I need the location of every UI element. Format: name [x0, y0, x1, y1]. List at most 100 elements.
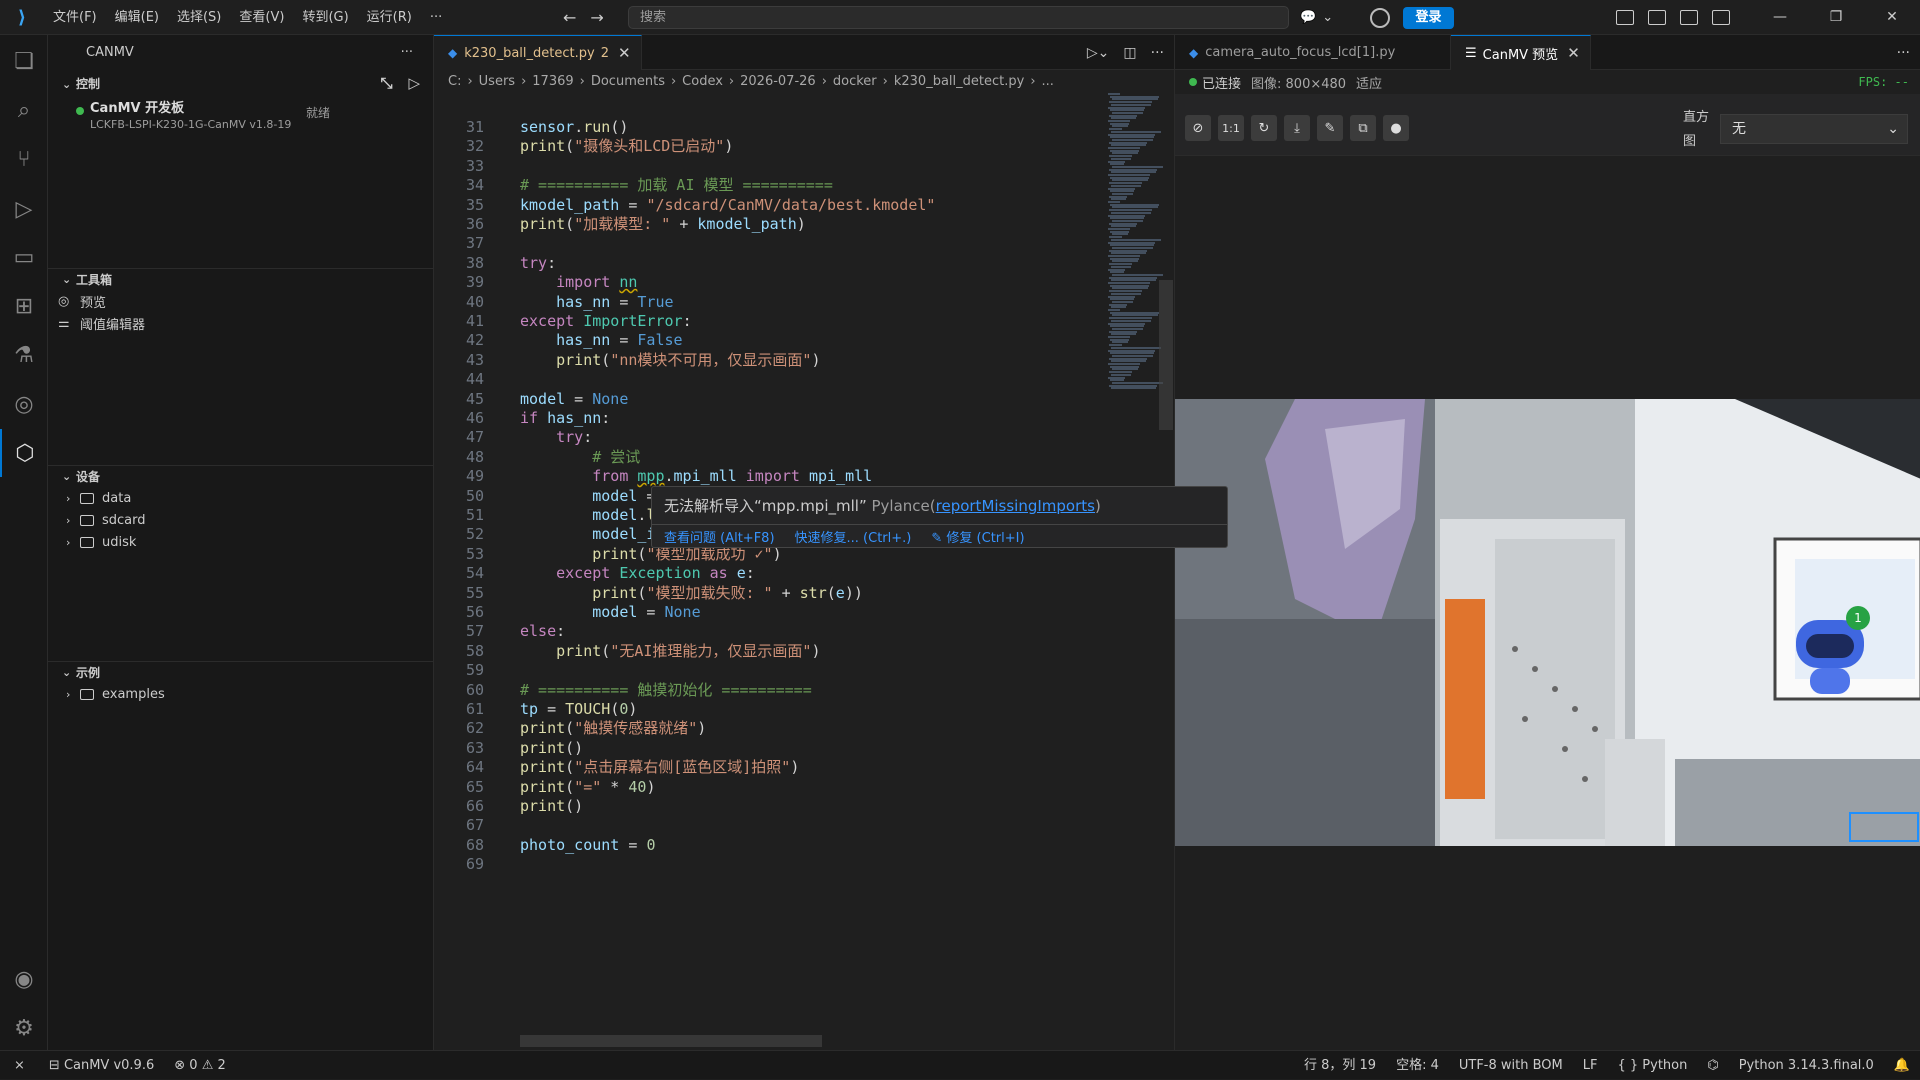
source-control-icon[interactable]: ⑂ [0, 135, 48, 183]
customize-layout-icon[interactable] [1648, 10, 1666, 25]
split-editor-icon[interactable]: ◫ [1123, 45, 1136, 61]
close-icon[interactable]: ✕ [1567, 44, 1580, 62]
quick-fix-link[interactable]: 快速修复... (Ctrl+.) [795, 527, 912, 546]
zoom-1to1-button[interactable]: 1:1 [1218, 115, 1244, 141]
menu-more[interactable]: ··· [421, 0, 451, 35]
breadcrumb-item[interactable]: ... [1042, 74, 1054, 89]
python-interpreter[interactable]: Python 3.14.3.final.0 [1729, 1051, 1884, 1080]
language-mode[interactable]: { } Python [1607, 1051, 1697, 1080]
tab-k230-ball-detect[interactable]: ◆ k230_ball_detect.py 2 ✕ [434, 35, 642, 70]
folder-label: sdcard [102, 512, 146, 528]
breadcrumb-item[interactable]: Codex [682, 74, 723, 89]
copilot-status-icon[interactable]: ⌬ [1697, 1051, 1728, 1080]
cursor-position[interactable]: 行 8，列 19 [1294, 1051, 1386, 1080]
breadcrumb-item[interactable]: Documents [591, 74, 665, 89]
remote-explorer-icon[interactable]: ▭ [0, 233, 48, 281]
examples-folder[interactable]: › examples [48, 683, 434, 705]
chevron-down-icon[interactable]: ⌄ [62, 470, 76, 483]
record-icon[interactable]: ● [1383, 115, 1409, 141]
chevron-down-icon[interactable]: ⌄ [62, 273, 76, 286]
explorer-icon[interactable]: ❏ [0, 37, 48, 85]
breadcrumb-item[interactable]: docker [833, 74, 877, 89]
horizontal-scrollbar[interactable] [520, 1035, 822, 1047]
disable-preview-icon[interactable]: ⊘ [1185, 115, 1211, 141]
report-missing-imports-link[interactable]: reportMissingImports [936, 497, 1095, 515]
devices-section-header[interactable]: 设备 [76, 468, 100, 485]
menu-edit[interactable]: 编辑(E) [106, 0, 168, 35]
code-editor[interactable]: 31 sensor.run() 32 print("摄像头和LCD已启动") 33 34 #… [434, 117, 1174, 1052]
edit-icon[interactable]: ✎ [1317, 115, 1343, 141]
breadcrumb-item[interactable]: 17369 [532, 74, 573, 89]
remote-indicator-icon[interactable]: ⨯ [0, 1051, 39, 1080]
login-button[interactable]: 登录 [1403, 7, 1454, 29]
account-icon[interactable]: ◉ [0, 955, 48, 1003]
toolbox-section-header[interactable]: 工具箱 [76, 271, 112, 288]
canmv-version[interactable]: ⊟ CanMV v0.9.6 [39, 1051, 164, 1080]
more-actions-icon[interactable]: ··· [401, 45, 413, 60]
download-icon[interactable]: ⤓ [1284, 115, 1310, 141]
vertical-scrollbar[interactable] [1159, 280, 1173, 430]
tab-camera-auto-focus[interactable]: ◆ camera_auto_focus_lcd[1].py [1175, 35, 1451, 70]
disconnect-icon[interactable]: ⤡ [380, 74, 392, 92]
device-folder-data[interactable]: › data [48, 487, 434, 509]
run-debug-icon[interactable]: ▷ [0, 185, 48, 233]
folder-icon [80, 514, 94, 526]
python-icon[interactable]: ◎ [0, 380, 48, 428]
back-arrow-icon[interactable]: ← [563, 8, 576, 27]
menu-file[interactable]: 文件(F) [44, 0, 106, 35]
toggle-panel-icon[interactable] [1680, 10, 1698, 25]
toolbox-item-preview[interactable]: ◎ 预览 [48, 290, 434, 312]
encoding[interactable]: UTF-8 with BOM [1449, 1051, 1573, 1080]
tab-canmv-preview[interactable]: ☰ CanMV 预览 ✕ [1451, 35, 1591, 70]
board-name[interactable]: CanMV 开发板 [90, 97, 184, 116]
breadcrumb-item[interactable]: k230_ball_detect.py [894, 74, 1024, 89]
breadcrumb-item[interactable]: C: [448, 74, 461, 89]
camera-preview-image[interactable]: 1 [1175, 399, 1920, 846]
extensions-icon[interactable]: ⊞ [0, 282, 48, 330]
restore-icon[interactable]: ❐ [1808, 0, 1864, 35]
minimap-line [1112, 260, 1138, 263]
device-folder-sdcard[interactable]: › sdcard [48, 509, 434, 531]
minimap-line [1112, 192, 1133, 195]
toggle-secondary-sidebar-icon[interactable] [1712, 10, 1730, 25]
toolbox-item-threshold-editor[interactable]: ⚌ 阈值编辑器 [48, 312, 434, 334]
search-icon[interactable]: ⌕ [0, 86, 48, 134]
problems-indicator[interactable]: ⊗ 0 ⚠ 2 [164, 1051, 236, 1080]
breadcrumb-item[interactable]: Users [479, 74, 515, 89]
accounts-icon[interactable] [1370, 8, 1390, 28]
histogram-select[interactable]: 无 ⌄ [1720, 114, 1908, 144]
crop-icon[interactable]: ⧉ [1350, 115, 1376, 141]
view-problem-link[interactable]: 查看问题 (Alt+F8) [664, 527, 775, 546]
menu-view[interactable]: 查看(V) [230, 0, 293, 35]
device-folder-udisk[interactable]: › udisk [48, 531, 434, 553]
more-actions-icon[interactable]: ··· [1897, 45, 1910, 61]
assistant-robot-avatar[interactable]: 1 [1790, 606, 1870, 699]
more-actions-icon[interactable]: ··· [1151, 45, 1164, 61]
menu-selection[interactable]: 选择(S) [168, 0, 230, 35]
close-window-icon[interactable]: ✕ [1864, 0, 1920, 35]
run-python-icon[interactable]: ▷⌄ [1087, 45, 1110, 61]
notifications-bell-icon[interactable]: 🔔 [1884, 1051, 1920, 1080]
settings-gear-icon[interactable]: ⚙ [0, 1004, 48, 1052]
forward-arrow-icon[interactable]: → [590, 8, 603, 27]
indentation[interactable]: 空格: 4 [1386, 1051, 1449, 1080]
examples-section-header[interactable]: 示例 [76, 664, 100, 681]
menu-run[interactable]: 运行(R) [358, 0, 421, 35]
fix-link[interactable]: ✎ 修复 (Ctrl+I) [931, 527, 1024, 546]
menu-go[interactable]: 转到(G) [293, 0, 357, 35]
chevron-down-icon[interactable]: ⌄ [62, 666, 76, 679]
close-icon[interactable]: ✕ [618, 44, 631, 62]
toggle-primary-sidebar-icon[interactable] [1616, 10, 1634, 25]
minimize-icon[interactable]: — [1752, 0, 1808, 35]
chevron-down-icon[interactable]: ⌄ [62, 78, 76, 91]
breadcrumb-item[interactable]: 2026-07-26 [740, 74, 816, 89]
canmv-icon[interactable]: ⬡ [0, 429, 48, 477]
search-input[interactable]: 搜索 [628, 6, 1289, 29]
rotate-icon[interactable]: ↻ [1251, 115, 1277, 141]
end-of-line[interactable]: LF [1573, 1051, 1608, 1080]
copilot-button[interactable]: 💬 ⌄ [1300, 6, 1348, 29]
tab-label: k230_ball_detect.py [464, 45, 595, 61]
control-section-header[interactable]: 控制 [76, 77, 100, 91]
testing-icon[interactable]: ⚗ [0, 331, 48, 379]
run-icon[interactable]: ▷ [408, 74, 420, 92]
